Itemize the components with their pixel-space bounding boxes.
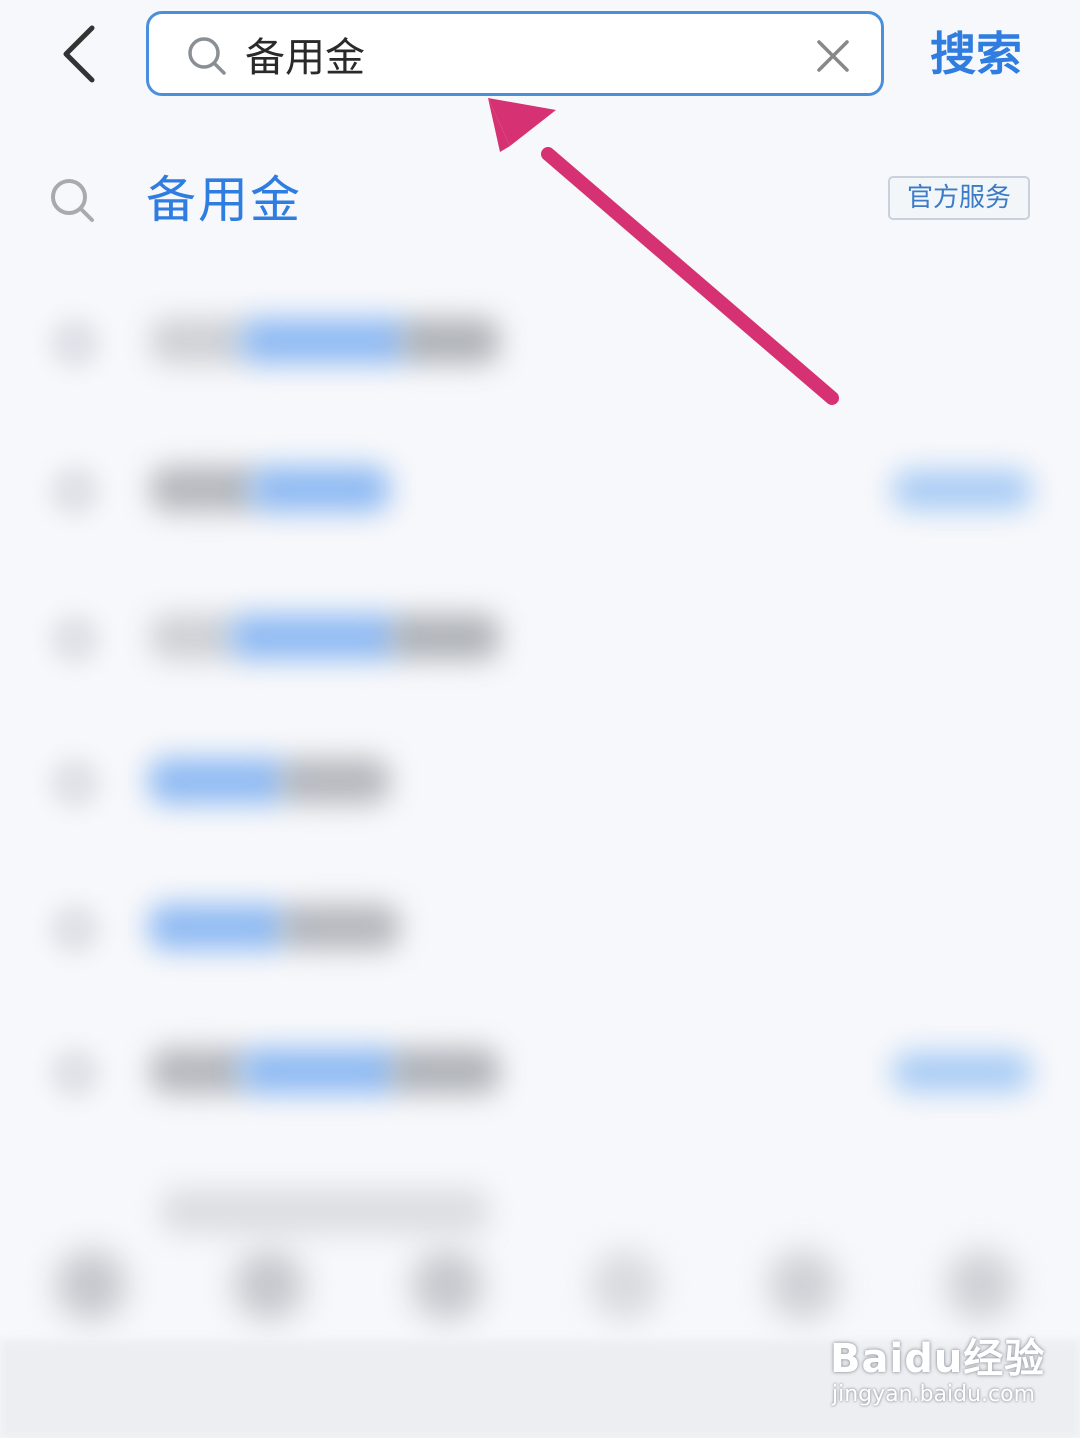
blurred-shortcut-row xyxy=(0,1230,1080,1330)
search-input[interactable] xyxy=(245,24,785,84)
watermark-logo: Baidu经验 xyxy=(830,1336,1046,1382)
suggestion-text: 备用金 xyxy=(146,171,302,229)
top-bar: 搜索 xyxy=(0,0,1080,120)
blurred-suggestion-row[interactable] xyxy=(0,596,1080,676)
search-box[interactable] xyxy=(146,11,884,96)
back-button[interactable] xyxy=(50,22,110,86)
clear-icon[interactable] xyxy=(811,34,855,78)
blurred-suggestion-row[interactable] xyxy=(0,1030,1080,1110)
baidu-watermark: Baidu经验 jingyan.baidu.com xyxy=(826,1322,1046,1422)
suggestion-item[interactable]: 备用金 官方服务 xyxy=(0,150,1080,260)
back-chevron-icon xyxy=(63,25,95,83)
search-icon xyxy=(188,37,226,75)
watermark-url: jingyan.baidu.com xyxy=(832,1382,1036,1407)
blurred-suggestion-row[interactable] xyxy=(0,448,1080,528)
official-service-badge: 官方服务 xyxy=(888,176,1030,220)
blurred-suggestion-row[interactable] xyxy=(0,886,1080,966)
search-suggestion-icon xyxy=(51,179,94,222)
search-button[interactable]: 搜索 xyxy=(930,22,1040,86)
blurred-suggestion-row[interactable] xyxy=(0,740,1080,820)
blurred-suggestion-row[interactable] xyxy=(0,300,1080,380)
